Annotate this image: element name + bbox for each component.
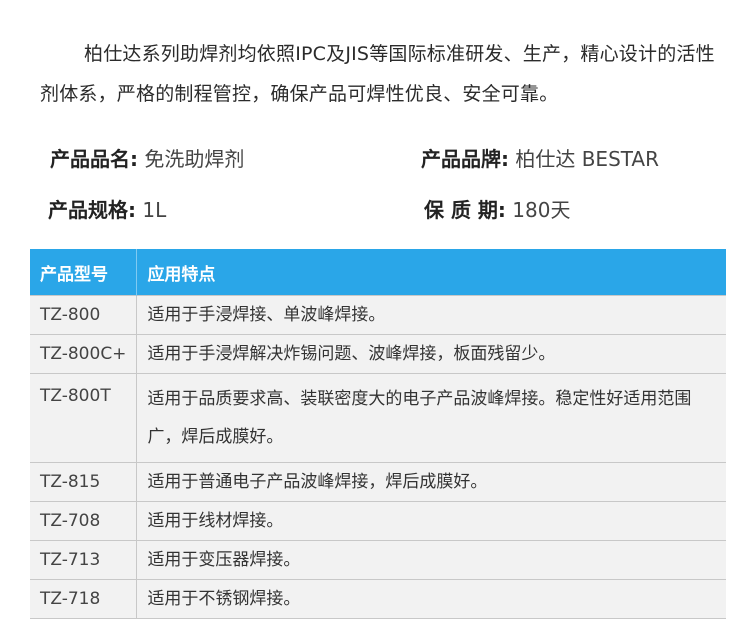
desc-cell: 适用于手浸焊解决炸锡问题、波峰焊接，板面残留少。 (136, 334, 726, 374)
spec-brand-value: 柏仕达 BESTAR (515, 147, 660, 171)
model-cell: TZ-800C+ (30, 334, 138, 374)
table-row: TZ-800 适用于手浸焊接、单波峰焊接。 (30, 295, 726, 335)
table-row: TZ-718 适用于不锈钢焊接。 (30, 579, 726, 619)
table-header-row: 产品型号 应用特点 (30, 249, 726, 296)
spec-product-size: 产品规格: 1L (48, 194, 166, 223)
desc-cell: 适用于品质要求高、装联密度大的电子产品波峰焊接。稳定性好适用范围广，焊后成膜好。 (136, 373, 726, 463)
table-row: TZ-708 适用于线材焊接。 (30, 501, 726, 541)
desc-cell: 适用于普通电子产品波峰焊接，焊后成膜好。 (136, 462, 726, 502)
spec-name-label: 产品品名: (50, 147, 138, 171)
table-row: TZ-800C+ 适用于手浸焊解决炸锡问题、波峰焊接，板面残留少。 (30, 334, 726, 374)
spec-shelf-label: 保 质 期: (424, 198, 506, 222)
spec-name-value: 免洗助焊剂 (144, 147, 245, 171)
desc-cell: 适用于不锈钢焊接。 (136, 579, 726, 619)
spec-shelf-value: 180天 (512, 198, 571, 222)
table-row: TZ-815 适用于普通电子产品波峰焊接，焊后成膜好。 (30, 462, 726, 502)
table-row: TZ-800T 适用于品质要求高、装联密度大的电子产品波峰焊接。稳定性好适用范围… (30, 373, 726, 463)
model-cell: TZ-800 (30, 295, 138, 335)
spec-shelf-life: 保 质 期: 180天 (424, 194, 570, 223)
spec-size-label: 产品规格: (48, 198, 136, 222)
header-model: 产品型号 (30, 249, 138, 296)
spec-size-value: 1L (142, 198, 167, 222)
model-cell: TZ-713 (30, 540, 138, 580)
table-row: TZ-713 适用于变压器焊接。 (30, 540, 726, 580)
model-cell: TZ-800T (30, 373, 138, 463)
desc-cell: 适用于变压器焊接。 (136, 540, 726, 580)
intro-paragraph: 柏仕达系列助焊剂均依照IPC及JIS等国际标准研发、生产，精心设计的活性剂体系，… (40, 43, 715, 105)
model-cell: TZ-815 (30, 462, 138, 502)
desc-cell: 适用于手浸焊接、单波峰焊接。 (136, 295, 726, 335)
model-cell: TZ-718 (30, 579, 138, 619)
model-cell: TZ-708 (30, 501, 138, 541)
spec-product-name: 产品品名: 免洗助焊剂 (50, 143, 244, 172)
spec-brand-label: 产品品牌: (421, 147, 509, 171)
desc-cell: 适用于线材焊接。 (136, 501, 726, 541)
product-table: 产品型号 应用特点 TZ-800 适用于手浸焊接、单波峰焊接。 TZ-800C+… (30, 249, 726, 619)
header-features: 应用特点 (136, 249, 726, 296)
spec-product-brand: 产品品牌: 柏仕达 BESTAR (421, 143, 659, 172)
